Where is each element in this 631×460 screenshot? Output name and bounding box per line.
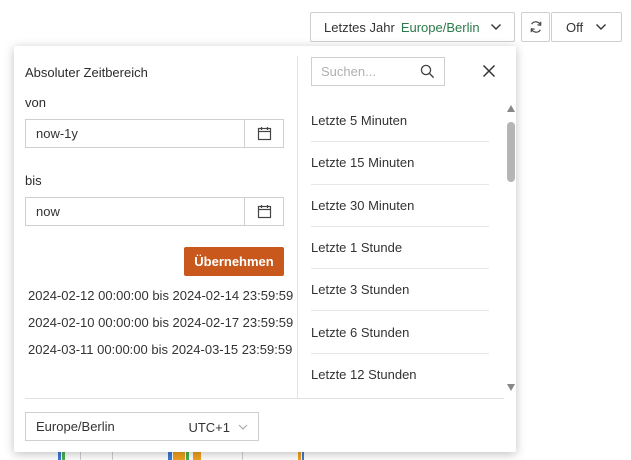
auto-refresh-label: Off — [566, 19, 584, 35]
timezone-select[interactable]: Europe/Berlin UTC+1 — [25, 412, 259, 441]
quick-range-item[interactable]: Letzte 30 Minuten — [311, 185, 489, 227]
time-toolbar: Letztes Jahr Europe/Berlin Off — [0, 12, 631, 42]
close-icon[interactable] — [481, 63, 497, 79]
time-range-timezone: Europe/Berlin — [400, 19, 480, 35]
quick-range-list: Letzte 5 Minuten Letzte 15 Minuten Letzt… — [311, 100, 489, 396]
chevron-down-icon — [596, 24, 606, 30]
time-picker-panel: Absoluter Zeitbereich von now-1y bis now — [14, 46, 516, 452]
calendar-icon — [257, 127, 271, 141]
from-calendar-button[interactable] — [244, 120, 283, 147]
time-range-label: Letztes Jahr — [324, 19, 395, 35]
absolute-range-title: Absoluter Zeitbereich — [25, 65, 148, 80]
to-calendar-button[interactable] — [244, 198, 283, 225]
search-placeholder: Suchen... — [321, 64, 376, 79]
to-label: bis — [25, 173, 42, 188]
time-range-button[interactable]: Letztes Jahr Europe/Berlin — [310, 12, 515, 42]
from-field[interactable]: now-1y — [25, 119, 284, 148]
recent-range-item[interactable]: 2024-02-12 00:00:00 bis 2024-02-14 23:59… — [28, 288, 293, 315]
scrollbar-thumb[interactable] — [507, 122, 515, 182]
quick-range-item[interactable]: Letzte 3 Stunden — [311, 269, 489, 312]
quick-range-item[interactable]: Letzte 6 Stunden — [311, 311, 489, 354]
scroll-up-arrow[interactable] — [507, 105, 515, 112]
refresh-button[interactable] — [521, 12, 550, 42]
calendar-icon — [257, 205, 271, 219]
quick-range-item[interactable]: Letzte 1 Stunde — [311, 227, 489, 270]
recent-range-item[interactable]: 2024-03-11 00:00:00 bis 2024-03-15 23:59… — [28, 342, 293, 369]
quick-range-item[interactable]: Letzte 5 Minuten — [311, 100, 489, 143]
from-value: now-1y — [36, 126, 78, 141]
from-label: von — [25, 95, 46, 110]
apply-button[interactable]: Übernehmen — [184, 247, 284, 276]
to-value: now — [36, 204, 60, 219]
scroll-down-arrow[interactable] — [507, 384, 515, 391]
auto-refresh-dropdown[interactable]: Off — [551, 12, 622, 42]
quick-range-item[interactable]: Letzte 15 Minuten — [311, 142, 489, 185]
search-input[interactable]: Suchen... — [311, 57, 445, 86]
timezone-offset: UTC+1 — [188, 420, 230, 435]
recent-range-item[interactable]: 2024-02-10 00:00:00 bis 2024-02-17 23:59… — [28, 315, 293, 342]
footer-divider — [25, 398, 504, 399]
chevron-down-icon — [238, 424, 248, 430]
chevron-down-icon — [491, 24, 501, 30]
absolute-range-section: Absoluter Zeitbereich von now-1y bis now — [14, 46, 298, 398]
refresh-icon — [530, 21, 541, 33]
timezone-name: Europe/Berlin — [36, 419, 115, 434]
quick-range-item[interactable]: Letzte 12 Stunden — [311, 354, 489, 396]
search-icon — [420, 64, 435, 79]
to-field[interactable]: now — [25, 197, 284, 226]
recent-ranges-list: 2024-02-12 00:00:00 bis 2024-02-14 23:59… — [28, 288, 293, 369]
quick-ranges-section: Suchen... Letzte 5 Minuten Letzte 15 Min… — [298, 46, 516, 398]
